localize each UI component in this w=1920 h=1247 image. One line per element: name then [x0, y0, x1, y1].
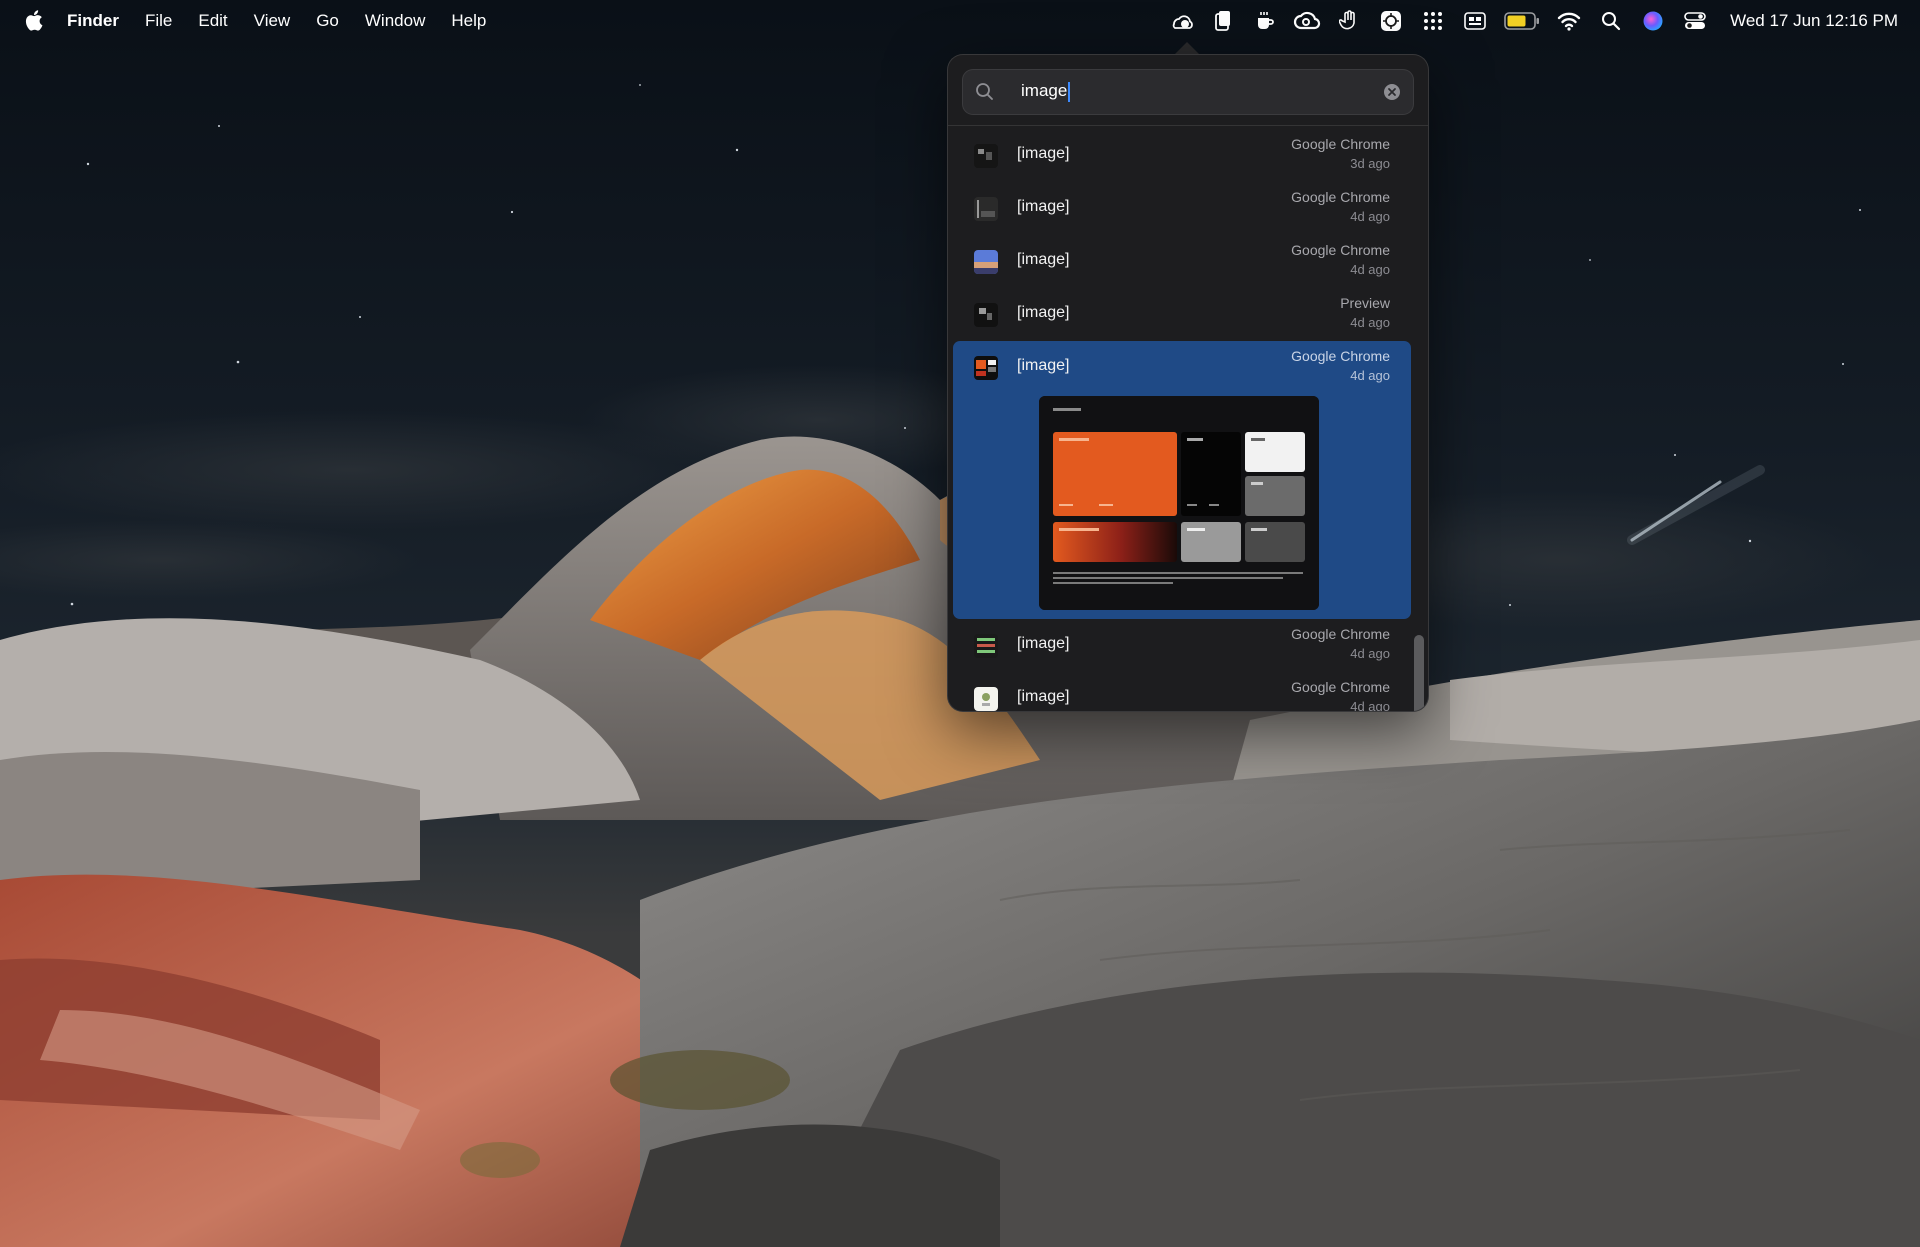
list-scrollbar[interactable] [1414, 131, 1424, 711]
menu-view[interactable]: View [241, 0, 304, 41]
screenshot-icon[interactable] [1373, 0, 1409, 41]
creative-cloud-icon[interactable] [1289, 0, 1325, 41]
hand-icon[interactable] [1331, 0, 1367, 41]
search-icon [975, 82, 995, 107]
menu-app-finder[interactable]: Finder [54, 0, 132, 41]
image-preview [1039, 396, 1319, 610]
menu-bar-clock[interactable]: Wed 17 Jun 12:16 PM [1716, 0, 1920, 41]
clipboard-items-list[interactable]: [image] Google Chrome 3d ago [image] Goo… [948, 129, 1428, 711]
text-caret [1068, 81, 1071, 102]
keyboard-layout-icon[interactable] [1457, 0, 1493, 41]
apple-menu-icon[interactable] [14, 0, 54, 41]
clipboard-icon[interactable] [1205, 0, 1241, 41]
item-source-app: Google Chrome [1291, 136, 1390, 152]
item-source-app: Google Chrome [1291, 242, 1390, 258]
search-input[interactable]: image [1021, 81, 1071, 102]
menu-help[interactable]: Help [438, 0, 499, 41]
clipboard-item-6[interactable]: [image] Google Chrome 4d ago [953, 619, 1411, 672]
item-timestamp: 3d ago [1350, 156, 1390, 171]
item-label: [image] [1017, 198, 1070, 215]
clipboard-item-1[interactable]: [image] Google Chrome 3d ago [953, 129, 1411, 182]
menu-file[interactable]: File [132, 0, 185, 41]
scrollbar-thumb[interactable] [1414, 635, 1424, 711]
item-thumbnail [974, 687, 998, 711]
item-timestamp: 4d ago [1350, 368, 1390, 383]
clipboard-item-2[interactable]: [image] Google Chrome 4d ago [953, 182, 1411, 235]
item-timestamp: 4d ago [1350, 699, 1390, 712]
grid-icon[interactable] [1415, 0, 1451, 41]
item-thumbnail [974, 144, 998, 168]
item-label: [image] [1017, 635, 1070, 652]
wifi-icon[interactable] [1551, 0, 1587, 41]
control-center-icon[interactable] [1677, 0, 1713, 41]
clear-search-icon[interactable] [1383, 83, 1401, 106]
search-field[interactable]: image [962, 69, 1414, 115]
item-label: [image] [1017, 251, 1070, 268]
clipboard-item-3[interactable]: [image] Google Chrome 4d ago [953, 235, 1411, 288]
item-source-app: Google Chrome [1291, 626, 1390, 642]
item-label: [image] [1017, 357, 1070, 374]
item-source-app: Preview [1340, 295, 1390, 311]
clipboard-item-7[interactable]: [image] Google Chrome 4d ago [953, 672, 1411, 712]
item-label: [image] [1017, 304, 1070, 321]
item-label: [image] [1017, 688, 1070, 705]
weather-icon[interactable] [1163, 0, 1199, 41]
menu-bar: Finder File Edit View Go Window Help Wed… [0, 0, 1920, 41]
battery-icon[interactable] [1499, 0, 1545, 41]
item-timestamp: 4d ago [1350, 315, 1390, 330]
item-thumbnail [974, 197, 998, 221]
menu-window[interactable]: Window [352, 0, 438, 41]
item-source-app: Google Chrome [1291, 189, 1390, 205]
item-source-app: Google Chrome [1291, 679, 1390, 695]
search-divider [948, 125, 1428, 126]
item-label: [image] [1017, 145, 1070, 162]
item-thumbnail [974, 634, 998, 658]
item-source-app: Google Chrome [1291, 348, 1390, 364]
menu-edit[interactable]: Edit [185, 0, 240, 41]
item-thumbnail [974, 356, 998, 380]
coffee-icon[interactable] [1247, 0, 1283, 41]
menu-go[interactable]: Go [303, 0, 352, 41]
item-thumbnail [974, 303, 998, 327]
item-timestamp: 4d ago [1350, 262, 1390, 277]
clipboard-history-popover: image [image] Google Chrome 3d ago [imag… [947, 54, 1429, 712]
siri-icon[interactable] [1635, 0, 1671, 41]
spotlight-icon[interactable] [1593, 0, 1629, 41]
item-thumbnail [974, 250, 998, 274]
item-timestamp: 4d ago [1350, 646, 1390, 661]
clipboard-item-4[interactable]: [image] Preview 4d ago [953, 288, 1411, 341]
item-timestamp: 4d ago [1350, 209, 1390, 224]
clipboard-item-5-selected[interactable]: [image] Google Chrome 4d ago [953, 341, 1411, 619]
